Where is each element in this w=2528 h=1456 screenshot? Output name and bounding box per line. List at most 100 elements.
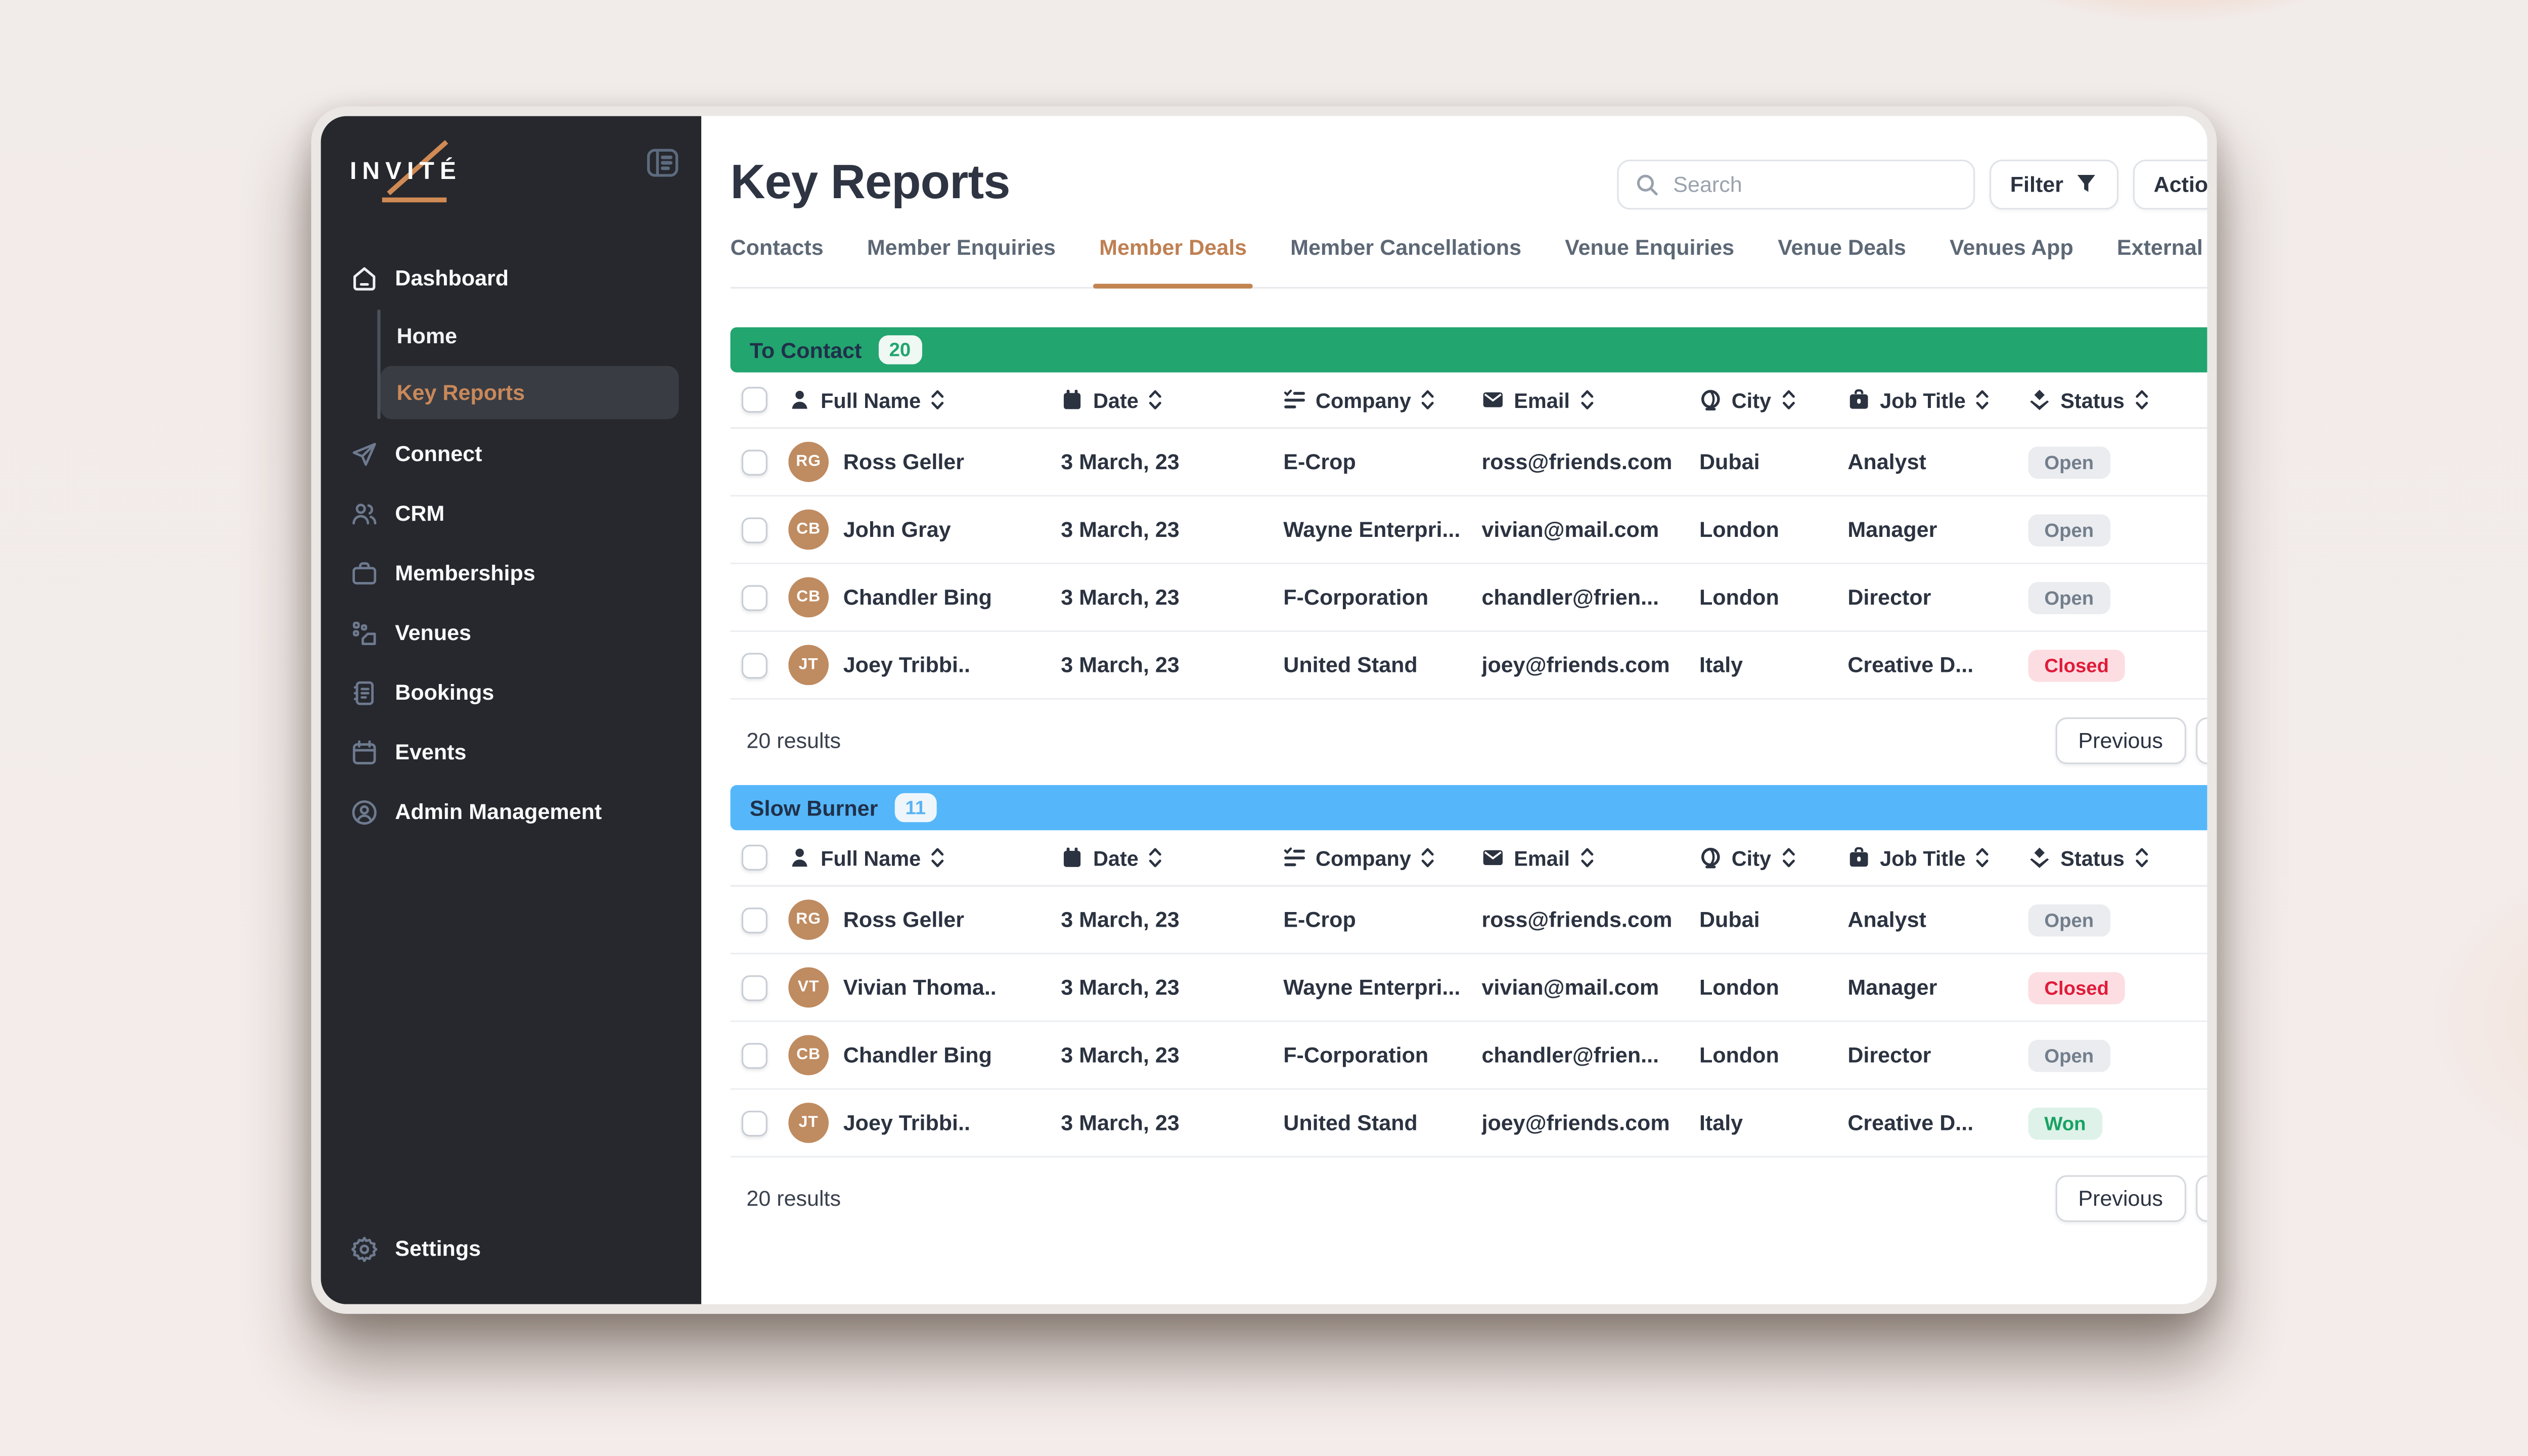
city: London xyxy=(1699,1043,1847,1067)
city: London xyxy=(1699,585,1847,610)
table-row[interactable]: JTJoey Tribbi.. 3 March, 23 United Stand… xyxy=(731,1090,2217,1158)
row-checkbox[interactable] xyxy=(742,1110,768,1135)
sort-icon[interactable] xyxy=(1781,388,1795,411)
tab-external-venues[interactable]: External Venues xyxy=(2117,236,2217,287)
main-content: Key Reports Filter xyxy=(701,116,2217,1304)
sort-icon[interactable] xyxy=(1421,388,1435,411)
sidebar-item-home[interactable]: Home xyxy=(381,309,679,362)
column-label: City xyxy=(1732,388,1771,412)
full-name: Chandler Bing xyxy=(843,585,992,610)
next-button[interactable]: Next xyxy=(2195,1175,2217,1222)
sidebar-item-bookings[interactable]: Bookings xyxy=(321,663,702,722)
sidebar-collapse-icon[interactable] xyxy=(647,148,679,177)
sort-icon[interactable] xyxy=(2134,388,2149,411)
users-icon xyxy=(350,499,379,528)
section-count-badge: 20 xyxy=(878,335,922,364)
column-label: City xyxy=(1732,846,1771,870)
sidebar-item-memberships[interactable]: Memberships xyxy=(321,543,702,603)
table-row[interactable]: VTVivian Thoma.. 3 March, 23 Wayne Enter… xyxy=(731,954,2217,1022)
actions-button-label: Actions xyxy=(2154,172,2217,196)
row-checkbox[interactable] xyxy=(742,907,768,933)
sidebar-item-events[interactable]: Events xyxy=(321,722,702,782)
filter-button[interactable]: Filter xyxy=(1989,159,2118,209)
column-label: Status xyxy=(2060,388,2125,412)
briefcase-icon xyxy=(350,559,379,587)
row-checkbox[interactable] xyxy=(742,652,768,678)
actions-button[interactable]: Actions xyxy=(2133,159,2217,209)
table-row[interactable]: RGRoss Geller 3 March, 23 E-Crop ross@fr… xyxy=(731,429,2217,496)
tab-contacts[interactable]: Contacts xyxy=(731,236,824,287)
row-checkbox[interactable] xyxy=(742,1042,768,1068)
tab-venue-deals[interactable]: Venue Deals xyxy=(1778,236,1906,287)
row-checkbox[interactable] xyxy=(742,584,768,610)
section-header[interactable]: To Contact 20 xyxy=(731,327,2217,372)
select-all-checkbox[interactable] xyxy=(742,845,768,871)
company: Wayne Enterpri... xyxy=(1283,975,1481,999)
date: 3 March, 23 xyxy=(1061,585,1283,610)
job-title: Analyst xyxy=(1847,450,2028,474)
sort-icon[interactable] xyxy=(1148,388,1163,411)
sidebar-item-dashboard[interactable]: Dashboard xyxy=(321,248,702,308)
sidebar-item-crm[interactable]: CRM xyxy=(321,484,702,543)
tab-member-cancellations[interactable]: Member Cancellations xyxy=(1290,236,1521,287)
section-header[interactable]: Slow Burner 11 xyxy=(731,785,2217,830)
results-count: 20 results xyxy=(731,1187,841,1211)
select-all-checkbox[interactable] xyxy=(742,387,768,413)
table-row[interactable]: RGRoss Geller 3 March, 23 E-Crop ross@fr… xyxy=(731,887,2217,954)
sort-icon[interactable] xyxy=(930,388,945,411)
column-label: Company xyxy=(1316,846,1411,870)
status-layers-icon xyxy=(2028,388,2051,411)
status-badge: Closed xyxy=(2028,971,2125,1004)
tab-member-deals[interactable]: Member Deals xyxy=(1099,236,1247,287)
city: London xyxy=(1699,518,1847,542)
previous-button[interactable]: Previous xyxy=(2056,1175,2186,1222)
table-header: Full Name Date Company Email City Job Ti… xyxy=(731,830,2217,887)
person-icon xyxy=(788,846,811,869)
job-title: Manager xyxy=(1847,518,2028,542)
sort-icon[interactable] xyxy=(930,846,945,869)
sidebar-item-settings[interactable]: Settings xyxy=(321,1219,702,1279)
logo-text: INVITÉ xyxy=(350,158,462,186)
tab-venues-app[interactable]: Venues App xyxy=(1950,236,2073,287)
next-button[interactable]: Next xyxy=(2195,717,2217,764)
sidebar-item-admin-management[interactable]: Admin Management xyxy=(321,782,702,842)
home-icon xyxy=(350,263,379,292)
company: E-Crop xyxy=(1283,450,1481,474)
sort-icon[interactable] xyxy=(1148,846,1163,869)
sort-icon[interactable] xyxy=(1579,846,1594,869)
table-row[interactable]: CBJohn Gray 3 March, 23 Wayne Enterpri..… xyxy=(731,496,2217,564)
sidebar-item-key-reports[interactable]: Key Reports xyxy=(381,366,679,419)
tab-member-enquiries[interactable]: Member Enquiries xyxy=(867,236,1056,287)
section-title: To Contact xyxy=(750,338,862,362)
sort-icon[interactable] xyxy=(2134,846,2149,869)
envelope-icon xyxy=(1481,388,1504,411)
table-row[interactable]: CBChandler Bing 3 March, 23 F-Corporatio… xyxy=(731,564,2217,632)
column-label: Job Title xyxy=(1880,846,1966,870)
user-circle-icon xyxy=(350,797,379,826)
row-checkbox[interactable] xyxy=(742,449,768,475)
tab-venue-enquiries[interactable]: Venue Enquiries xyxy=(1565,236,1734,287)
results-count: 20 results xyxy=(731,729,841,753)
column-label: Date xyxy=(1093,388,1139,412)
table-row[interactable]: JTJoey Tribbi.. 3 March, 23 United Stand… xyxy=(731,632,2217,700)
table-row[interactable]: CBChandler Bing 3 March, 23 F-Corporatio… xyxy=(731,1022,2217,1090)
row-checkbox[interactable] xyxy=(742,517,768,542)
sort-icon[interactable] xyxy=(1975,846,1990,869)
sidebar-item-label: Connect xyxy=(395,442,482,466)
column-label: Email xyxy=(1514,846,1570,870)
app-window: INVITÉ Dashboa xyxy=(311,106,2217,1313)
sort-icon[interactable] xyxy=(1421,846,1435,869)
sidebar-item-label: Dashboard xyxy=(395,266,509,290)
row-checkbox[interactable] xyxy=(742,975,768,1000)
column-label: Company xyxy=(1316,388,1411,412)
sort-icon[interactable] xyxy=(1975,388,1990,411)
sidebar-item-label: Bookings xyxy=(395,680,494,705)
previous-button[interactable]: Previous xyxy=(2056,717,2186,764)
city: Italy xyxy=(1699,653,1847,677)
company: United Stand xyxy=(1283,653,1481,677)
sort-icon[interactable] xyxy=(1781,846,1795,869)
search-input[interactable] xyxy=(1670,170,1962,197)
sort-icon[interactable] xyxy=(1579,388,1594,411)
sidebar-item-connect[interactable]: Connect xyxy=(321,424,702,484)
sidebar-item-venues[interactable]: Venues xyxy=(321,603,702,663)
